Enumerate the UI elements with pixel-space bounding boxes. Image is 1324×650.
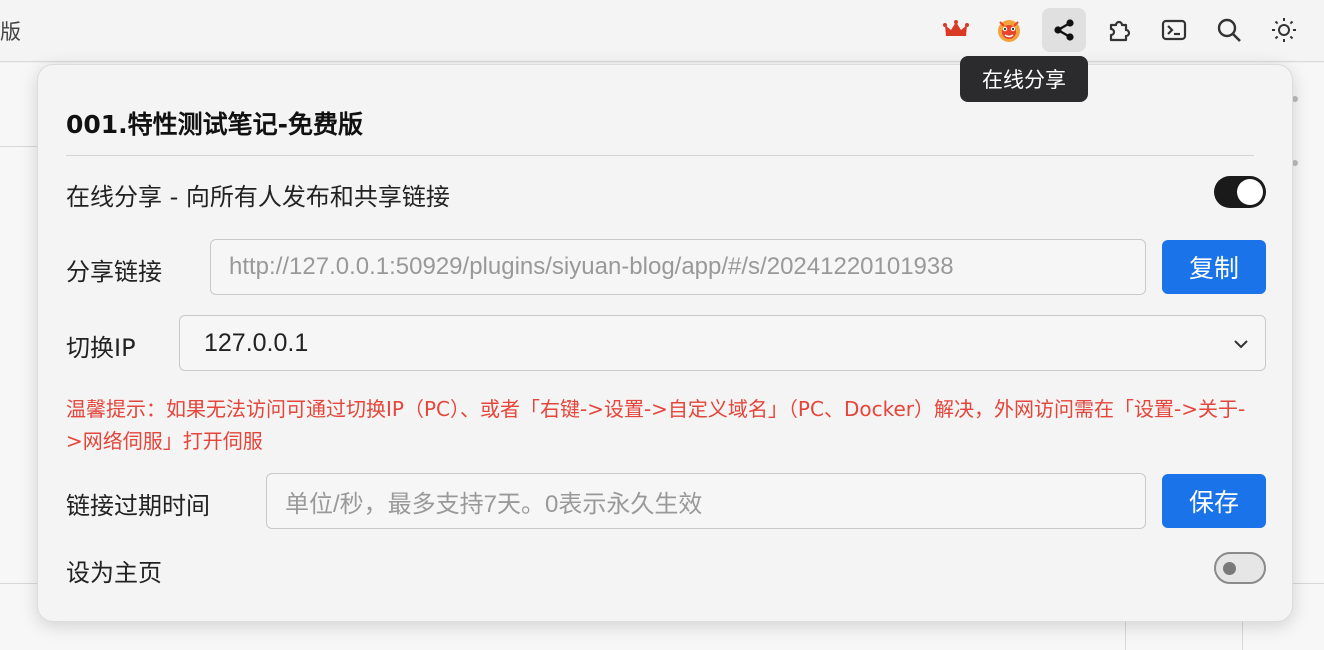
sun-icon[interactable] [1262,8,1306,52]
toggle-knob [1223,562,1236,575]
background-divider [0,146,40,147]
window-title-fragment: 版 [0,20,21,44]
dialog-title: 001.特性测试笔记-免费版 [66,110,364,139]
switch-ip-select[interactable]: 127.0.0.1 [179,315,1266,371]
search-icon[interactable] [1207,8,1251,52]
share-toggle-label: 在线分享 - 向所有人发布和共享链接 [66,183,450,211]
share-dialog: 001.特性测试笔记-免费版 在线分享 - 向所有人发布和共享链接 分享链接 h… [37,64,1293,622]
save-button[interactable]: 保存 [1162,474,1266,528]
toggle-knob [1237,179,1263,205]
share-link-field[interactable]: http://127.0.0.1:50929/plugins/siyuan-bl… [210,239,1146,295]
share-icon[interactable] [1042,8,1086,52]
lion-dance-icon[interactable] [987,8,1031,52]
share-link-label: 分享链接 [66,258,162,286]
share-toggle[interactable] [1214,176,1266,208]
terminal-icon[interactable] [1152,8,1196,52]
hint-text: 温馨提示：如果无法访问可通过切换IP（PC）、或者「右键->设置->自定义域名」… [66,397,1246,453]
plugin-icon[interactable] [1097,8,1141,52]
expire-label: 链接过期时间 [66,492,210,520]
copy-button[interactable]: 复制 [1162,240,1266,294]
homepage-label: 设为主页 [66,559,162,587]
switch-ip-value: 127.0.0.1 [204,328,309,357]
toolbar: 版 [0,0,1324,62]
expire-input[interactable]: 单位/秒，最多支持7天。0表示永久生效 [266,473,1146,529]
dialog-divider [66,155,1254,156]
share-tooltip: 在线分享 [960,56,1088,102]
switch-ip-label: 切换IP [66,334,136,362]
crown-icon[interactable] [934,8,978,52]
homepage-toggle[interactable] [1214,552,1266,584]
chevron-down-icon [1234,340,1248,349]
